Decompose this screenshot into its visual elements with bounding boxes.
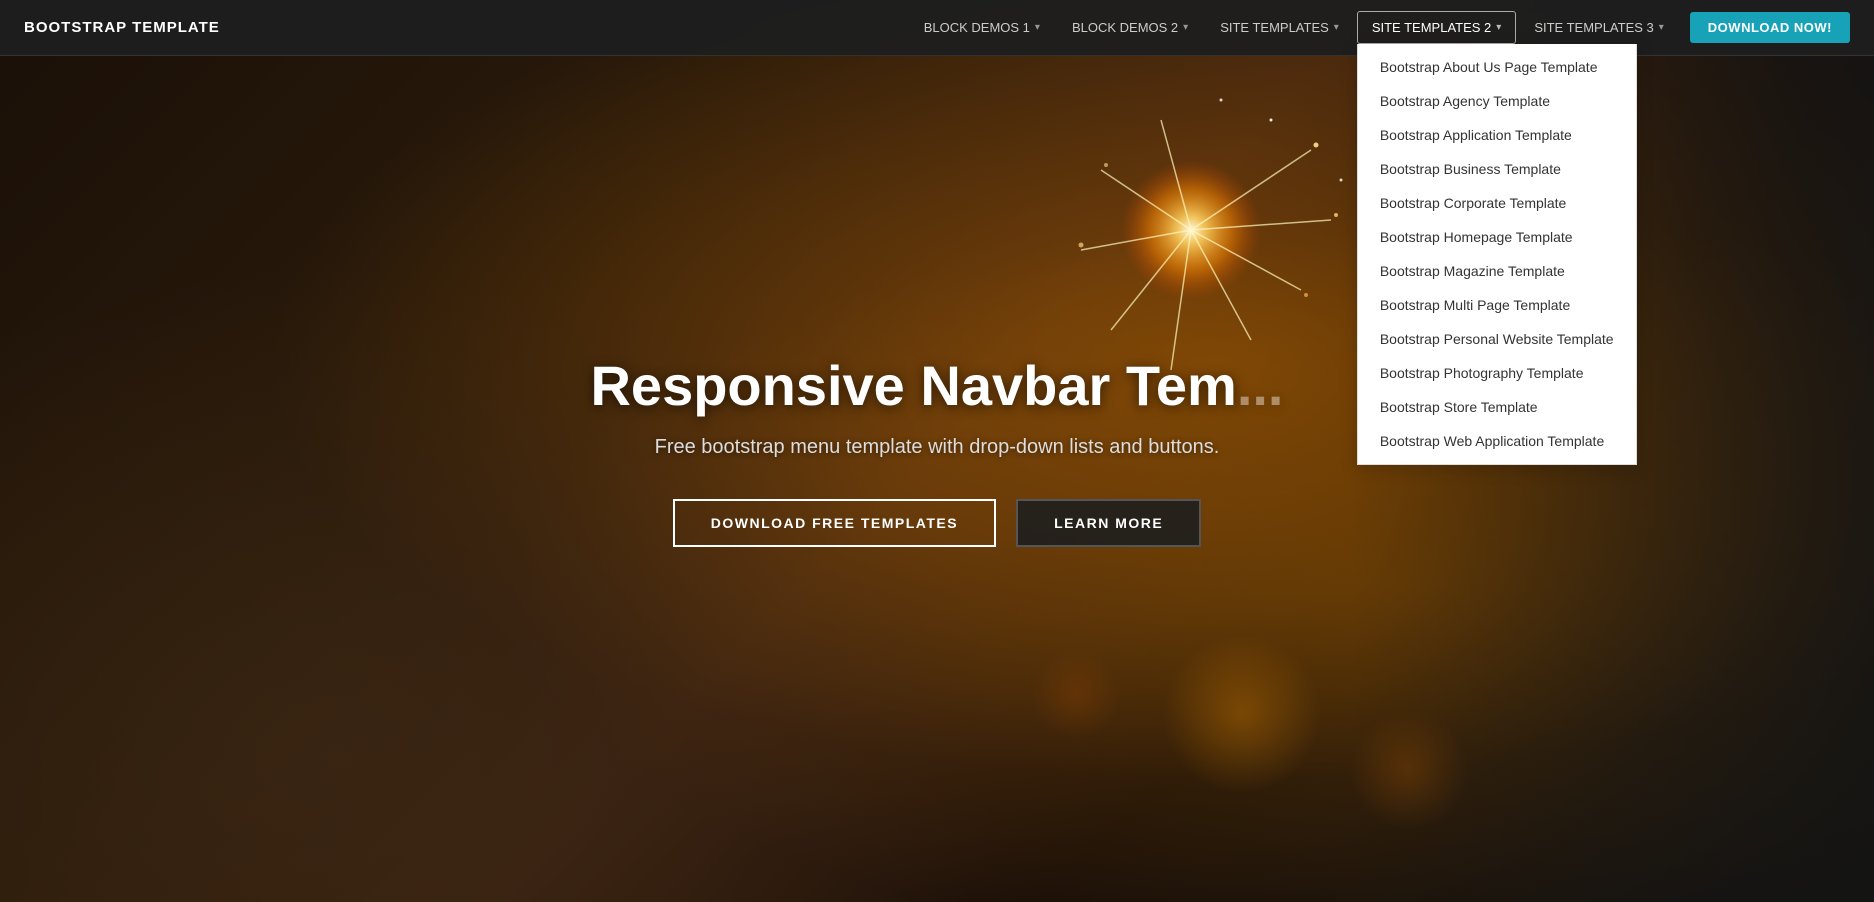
dropdown-item-photography[interactable]: Bootstrap Photography Template — [1358, 356, 1636, 390]
navbar: BOOTSTRAP TEMPLATE BLOCK DEMOS 1 ▾ BLOCK… — [0, 0, 1874, 56]
nav-brand: BOOTSTRAP TEMPLATE — [24, 19, 220, 36]
hero-content: Responsive Navbar Tem... Free bootstrap … — [570, 355, 1303, 548]
site-templates-2-dropdown: Bootstrap About Us Page Template Bootstr… — [1357, 44, 1637, 465]
dropdown-item-agency[interactable]: Bootstrap Agency Template — [1358, 84, 1636, 118]
download-templates-button[interactable]: DOWNLOAD FREE TEMPLATES — [673, 499, 996, 547]
hero-subtitle: Free bootstrap menu template with drop-d… — [590, 436, 1283, 459]
nav-link-block-demos-2[interactable]: BLOCK DEMOS 2 ▾ — [1058, 12, 1202, 43]
dropdown-item-store[interactable]: Bootstrap Store Template — [1358, 390, 1636, 424]
nav-links: BLOCK DEMOS 1 ▾ BLOCK DEMOS 2 ▾ SITE TEM… — [910, 11, 1850, 44]
nav-item-site-templates-2: SITE TEMPLATES 2 ▾ Bootstrap About Us Pa… — [1357, 11, 1516, 44]
dropdown-item-web-app[interactable]: Bootstrap Web Application Template — [1358, 424, 1636, 458]
nav-link-site-templates[interactable]: SITE TEMPLATES ▾ — [1206, 12, 1353, 43]
download-now-button[interactable]: DOWNLOAD NOW! — [1690, 12, 1850, 43]
caret-icon: ▾ — [1334, 22, 1339, 33]
nav-link-block-demos-1[interactable]: BLOCK DEMOS 1 ▾ — [910, 12, 1054, 43]
dropdown-item-magazine[interactable]: Bootstrap Magazine Template — [1358, 254, 1636, 288]
caret-icon: ▾ — [1659, 22, 1664, 33]
nav-item-site-templates: SITE TEMPLATES ▾ — [1206, 12, 1353, 43]
hero-buttons: DOWNLOAD FREE TEMPLATES LEARN MORE — [590, 499, 1283, 547]
learn-more-button[interactable]: LEARN MORE — [1016, 499, 1201, 547]
dropdown-item-corporate[interactable]: Bootstrap Corporate Template — [1358, 186, 1636, 220]
caret-icon: ▾ — [1035, 22, 1040, 33]
nav-link-site-templates-2[interactable]: SITE TEMPLATES 2 ▾ — [1357, 11, 1516, 44]
hero-title: Responsive Navbar Tem... — [590, 355, 1283, 417]
caret-icon: ▾ — [1183, 22, 1188, 33]
nav-link-site-templates-3[interactable]: SITE TEMPLATES 3 ▾ — [1520, 12, 1677, 43]
dropdown-item-multi-page[interactable]: Bootstrap Multi Page Template — [1358, 288, 1636, 322]
nav-item-block-demos-1: BLOCK DEMOS 1 ▾ — [910, 12, 1054, 43]
dropdown-item-application[interactable]: Bootstrap Application Template — [1358, 118, 1636, 152]
dropdown-item-about-us[interactable]: Bootstrap About Us Page Template — [1358, 50, 1636, 84]
dropdown-item-business[interactable]: Bootstrap Business Template — [1358, 152, 1636, 186]
caret-icon: ▾ — [1496, 22, 1501, 33]
dropdown-item-personal[interactable]: Bootstrap Personal Website Template — [1358, 322, 1636, 356]
dropdown-item-homepage[interactable]: Bootstrap Homepage Template — [1358, 220, 1636, 254]
nav-item-block-demos-2: BLOCK DEMOS 2 ▾ — [1058, 12, 1202, 43]
nav-item-site-templates-3: SITE TEMPLATES 3 ▾ — [1520, 12, 1677, 43]
